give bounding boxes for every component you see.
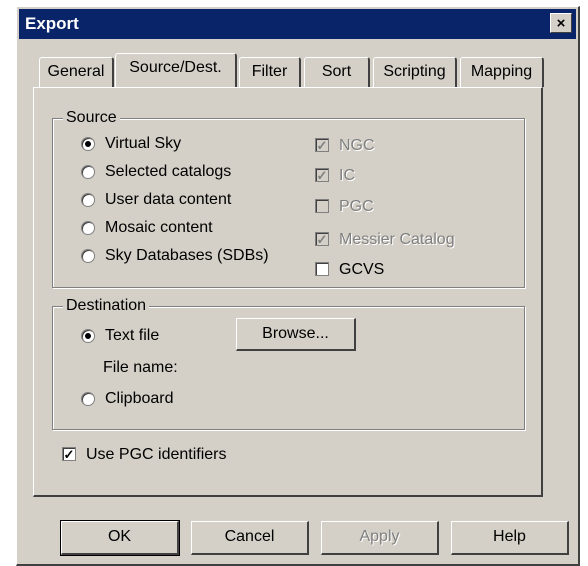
checkbox[interactable]: ✓	[315, 232, 329, 246]
radio-button[interactable]	[81, 249, 95, 263]
cancel-button[interactable]: Cancel	[191, 521, 309, 555]
radio-button[interactable]	[81, 165, 95, 179]
export-dialog: Export × General Source/Dest. Filter Sor…	[16, 6, 580, 566]
help-button[interactable]: Help	[451, 521, 569, 555]
tab-scripting[interactable]: Scripting	[373, 57, 457, 87]
close-icon: ×	[556, 15, 566, 32]
option-label: Text file	[105, 327, 160, 344]
radio-selected-dot	[85, 333, 91, 339]
browse-button[interactable]: Browse...	[236, 318, 356, 351]
checkbox[interactable]	[315, 199, 329, 213]
source-group: Source Virtual Sky Selected catalogs Use…	[52, 108, 525, 288]
destination-group: Destination Text file Browse... File nam…	[52, 296, 525, 430]
tab-source-dest[interactable]: Source/Dest.	[115, 53, 237, 87]
destination-group-label: Destination	[63, 296, 150, 316]
tab-label: General	[47, 63, 105, 80]
checkbox[interactable]: ✓	[62, 447, 76, 461]
button-label: Browse...	[262, 325, 329, 342]
source-dest-panel: Source Virtual Sky Selected catalogs Use…	[33, 87, 543, 497]
option-label: Selected catalogs	[105, 163, 232, 180]
tab-general[interactable]: General	[39, 57, 114, 87]
tab-label: Sort	[321, 63, 352, 80]
option-label: Virtual Sky	[105, 135, 182, 152]
apply-button[interactable]: Apply	[321, 521, 439, 555]
tab-filter[interactable]: Filter	[239, 57, 301, 87]
ok-button[interactable]: OK	[60, 520, 180, 556]
tab-sort[interactable]: Sort	[304, 57, 370, 87]
button-label: Apply	[359, 528, 400, 545]
button-label: Cancel	[224, 528, 275, 545]
button-label: Help	[493, 528, 526, 545]
option-label: Clipboard	[105, 390, 174, 407]
use-pgc-label: Use PGC identifiers	[86, 446, 227, 463]
file-name-label: File name:	[103, 359, 178, 376]
window-title: Export	[25, 14, 79, 33]
tab-label: Source/Dest.	[129, 59, 222, 76]
checkbox[interactable]	[315, 262, 329, 276]
radio-button[interactable]	[81, 392, 95, 406]
catalog-label: PGC	[339, 198, 374, 215]
checkbox[interactable]: ✓	[315, 168, 329, 182]
button-label: OK	[107, 528, 132, 545]
tab-mapping[interactable]: Mapping	[460, 57, 544, 87]
option-label: Sky Databases (SDBs)	[105, 247, 269, 264]
catalog-label: IC	[339, 167, 355, 184]
radio-button[interactable]	[81, 221, 95, 235]
tab-label: Scripting	[383, 63, 446, 80]
option-label: User data content	[105, 191, 232, 208]
option-label: Mosaic content	[105, 219, 213, 236]
radio-button[interactable]	[81, 193, 95, 207]
radio-button[interactable]	[81, 329, 95, 343]
source-group-label: Source	[63, 108, 120, 128]
catalog-label: GCVS	[339, 261, 385, 278]
catalog-label: NGC	[339, 137, 375, 154]
title-bar[interactable]: Export ×	[19, 9, 576, 39]
radio-selected-dot	[85, 141, 91, 147]
tab-label: Mapping	[470, 63, 533, 80]
checkbox[interactable]: ✓	[315, 138, 329, 152]
radio-button[interactable]	[81, 137, 95, 151]
close-button[interactable]: ×	[550, 13, 572, 33]
catalog-label: Messier Catalog	[339, 231, 455, 248]
tab-label: Filter	[251, 63, 288, 80]
